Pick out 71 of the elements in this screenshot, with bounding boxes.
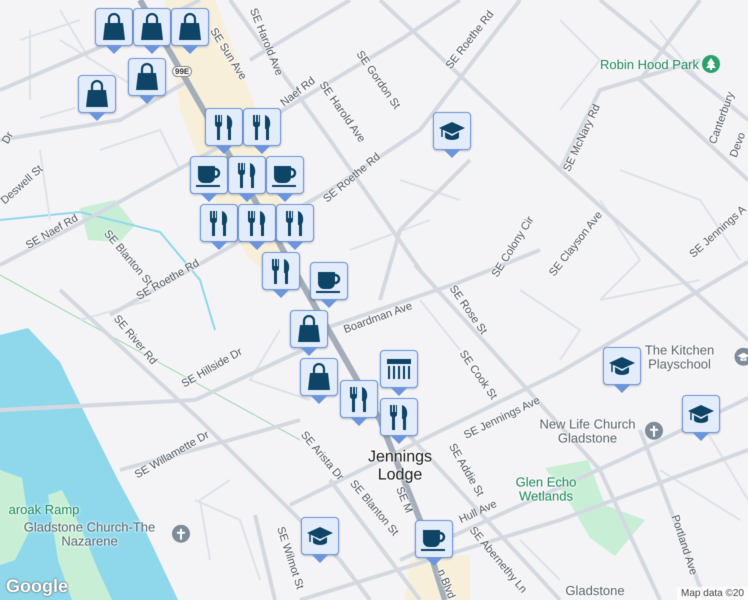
place-label: New Life Church Gladstone xyxy=(538,418,637,446)
store-marker[interactable] xyxy=(380,350,418,396)
side-street xyxy=(400,179,460,201)
cafe-marker[interactable] xyxy=(310,262,348,308)
shopping-bag-icon xyxy=(84,80,110,108)
storefront-icon xyxy=(385,357,413,381)
graduation-cap-icon xyxy=(306,524,334,548)
shopping-marker[interactable] xyxy=(133,8,171,54)
side-street xyxy=(248,329,310,401)
route-shield: 99E xyxy=(172,66,192,77)
shopping-marker[interactable] xyxy=(128,58,166,104)
school-marker[interactable] xyxy=(603,347,641,393)
street-label: Dr xyxy=(0,130,16,146)
shopping-bag-icon xyxy=(306,363,332,391)
restaurant-marker[interactable] xyxy=(228,156,266,202)
shopping-marker[interactable] xyxy=(95,8,133,54)
fork-knife-icon xyxy=(349,386,369,412)
place-label: aroak Ramp xyxy=(8,502,80,518)
shopping-bag-icon xyxy=(139,13,165,41)
school-marker[interactable] xyxy=(682,395,720,441)
restaurant-marker[interactable] xyxy=(238,204,276,250)
fork-knife-icon xyxy=(209,210,229,236)
graduation-cap-icon xyxy=(687,402,715,426)
shopping-bag-icon xyxy=(134,63,160,91)
fork-knife-icon xyxy=(237,162,257,188)
cross-pin-icon[interactable] xyxy=(172,525,190,545)
fork-knife-icon xyxy=(271,258,291,284)
cross-pin-icon[interactable] xyxy=(645,422,663,442)
shopping-marker[interactable] xyxy=(171,8,209,54)
street-label: SE Wilmot St xyxy=(274,525,306,591)
side-street xyxy=(419,299,461,351)
place-label: Robin Hood Park xyxy=(600,58,699,72)
fork-knife-icon xyxy=(214,114,234,140)
cafe-marker[interactable] xyxy=(415,520,453,566)
restaurant-marker[interactable] xyxy=(340,380,378,426)
shopping-bag-icon xyxy=(101,13,127,41)
street-label: n Blvd xyxy=(434,568,458,600)
shopping-marker[interactable] xyxy=(300,358,338,404)
attribution-text[interactable]: Map data ©20 xyxy=(677,587,748,600)
cafe-marker[interactable] xyxy=(266,156,304,202)
graduation-cap-pin-icon[interactable] xyxy=(734,348,748,368)
fork-knife-icon xyxy=(252,114,272,140)
restaurant-marker[interactable] xyxy=(380,398,418,444)
school-marker[interactable] xyxy=(433,112,471,158)
restaurant-marker[interactable] xyxy=(276,204,314,250)
place-label: Gladstone xyxy=(565,584,625,598)
restaurant-marker[interactable] xyxy=(205,108,243,154)
fork-knife-icon xyxy=(389,404,409,430)
fork-knife-icon xyxy=(285,210,305,236)
shopping-bag-icon xyxy=(296,315,322,343)
street-label: SE Naef Rd xyxy=(24,212,80,252)
side-street xyxy=(519,289,582,361)
place-label: Jennings Lodge xyxy=(366,448,434,484)
place-label: The Kitchen Playschool xyxy=(644,344,716,372)
graduation-cap-icon xyxy=(438,119,466,143)
place-label: Glen Echo Wetlands xyxy=(514,476,578,504)
street-label: Hull Ave xyxy=(457,498,499,526)
cafe-marker[interactable] xyxy=(190,156,228,202)
school-marker[interactable] xyxy=(301,517,339,563)
shopping-bag-icon xyxy=(177,13,203,41)
street-label: SE M xyxy=(393,485,415,515)
side-street xyxy=(519,539,561,581)
fork-knife-icon xyxy=(247,210,267,236)
google-logo: Google xyxy=(6,576,68,597)
restaurant-marker[interactable] xyxy=(200,204,238,250)
shopping-marker[interactable] xyxy=(78,75,116,121)
restaurant-marker[interactable] xyxy=(243,108,281,154)
graduation-cap-icon xyxy=(608,354,636,378)
restaurant-marker[interactable] xyxy=(262,252,300,298)
tree-pin-icon[interactable] xyxy=(702,55,720,75)
shopping-marker[interactable] xyxy=(290,310,328,356)
